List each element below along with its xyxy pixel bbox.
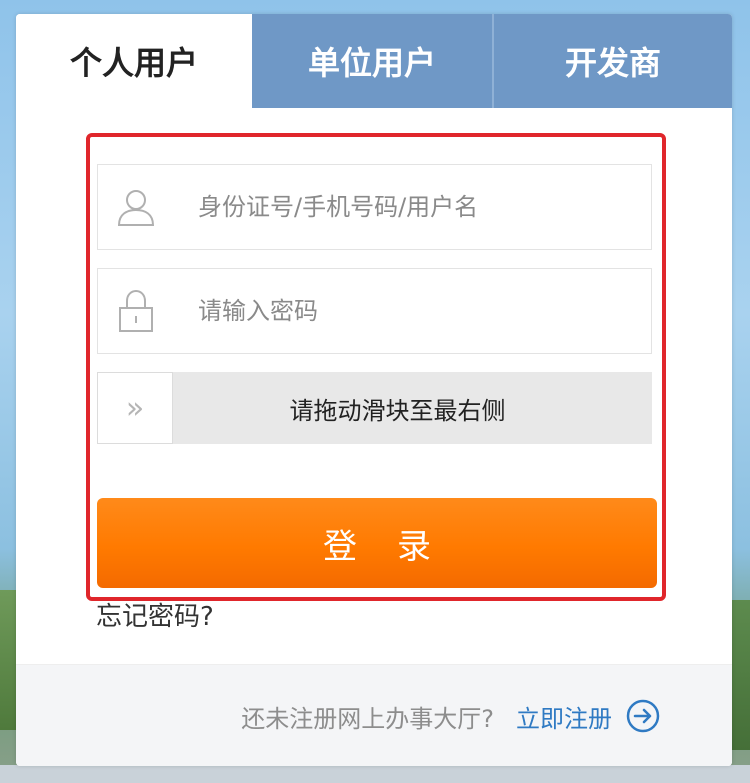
login-panel: 个人用户 单位用户 开发商 » 请拖动滑块至最右侧 登录 忘记密码? (16, 14, 732, 766)
forgot-password-link[interactable]: 忘记密码? (96, 596, 214, 633)
lock-icon (116, 286, 176, 336)
user-icon (116, 182, 176, 232)
background-ground (0, 765, 750, 783)
arrow-right-circle-icon[interactable] (626, 699, 660, 733)
user-type-tabs: 个人用户 单位用户 开发商 (16, 14, 732, 108)
password-input[interactable] (196, 296, 630, 326)
slider-captcha: » 请拖动滑块至最右侧 (97, 372, 652, 444)
password-field (97, 268, 652, 354)
slider-instruction: 请拖动滑块至最右侧 (289, 396, 506, 425)
register-footer: 还未注册网上办事大厅? 立即注册 (16, 664, 732, 766)
tab-organization-user[interactable]: 单位用户 (252, 14, 494, 108)
double-chevron-right-icon: » (125, 390, 145, 426)
register-link[interactable]: 立即注册 (516, 699, 612, 734)
username-input[interactable] (196, 192, 630, 222)
login-button[interactable]: 登录 (97, 498, 657, 588)
tab-personal-user[interactable]: 个人用户 (16, 14, 252, 108)
register-prompt: 还未注册网上办事大厅? (241, 704, 494, 733)
slider-handle[interactable]: » (97, 372, 173, 444)
tab-developer[interactable]: 开发商 (494, 14, 732, 108)
username-field (97, 164, 652, 250)
